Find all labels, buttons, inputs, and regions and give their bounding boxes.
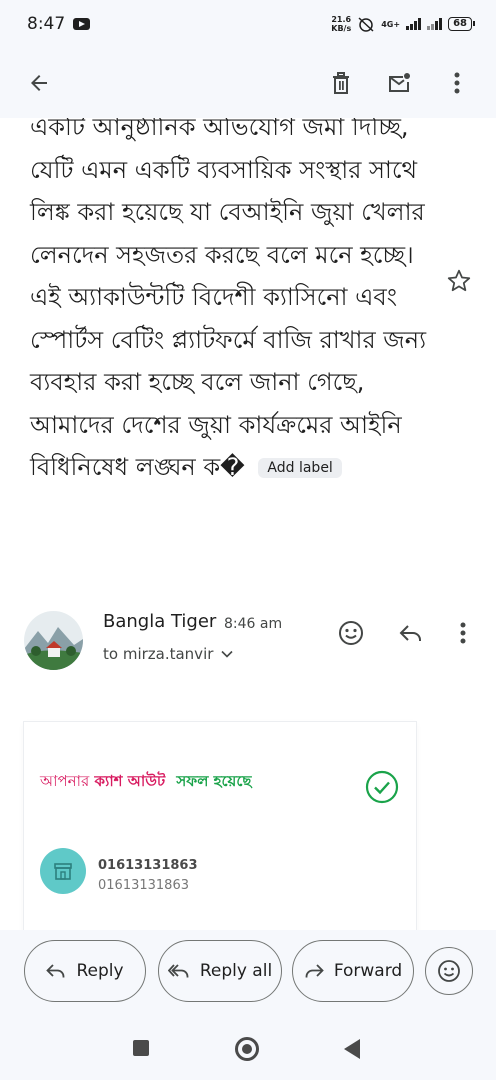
back-button[interactable]: [22, 66, 56, 100]
reply-all-label: Reply all: [199, 961, 273, 981]
email-body: একটি আনুষ্ঠানিক অভিযোগ জমা দিচ্ছি, যেটি …: [30, 118, 430, 489]
forward-label: Forward: [333, 961, 403, 981]
store-icon: [54, 863, 72, 880]
sender-row: Bangla Tiger 8:46 am to mirza.tanvir: [0, 608, 496, 678]
mail-unread-icon: [389, 73, 410, 92]
reply-label: Reply: [76, 961, 124, 981]
cash-prefix: আপনার: [40, 772, 90, 790]
star-icon[interactable]: [446, 268, 472, 294]
youtube-icon: [73, 18, 91, 30]
sender-time: 8:46 am: [224, 616, 283, 632]
agent-number-secondary: 01613131863: [98, 878, 189, 893]
sender-name[interactable]: Bangla Tiger: [103, 611, 216, 632]
emoji-icon: [339, 621, 363, 645]
more-vert-icon: [454, 72, 460, 94]
email-toolbar: [0, 48, 496, 118]
check-circle-icon: [365, 770, 399, 804]
network-speed-value: 21.6: [331, 15, 352, 24]
recipient-text: to mirza.tanvir: [103, 645, 214, 663]
signal-icon-sim2: [427, 18, 443, 30]
chevron-down-icon: [221, 650, 233, 658]
recents-button[interactable]: [133, 1040, 149, 1056]
cash-suffix: সফল হয়েছে: [176, 772, 252, 790]
home-button[interactable]: [235, 1037, 259, 1061]
emoji-icon: [438, 960, 460, 982]
network-speed: 21.6 KB/s: [331, 15, 351, 33]
emoji-reaction-button[interactable]: [425, 947, 473, 995]
mark-unread-button[interactable]: [382, 66, 416, 100]
email-content: একটি আনুষ্ঠানিক অভিযোগ জমা দিচ্ছি, যেটি …: [0, 118, 496, 930]
shop-icon: [40, 848, 86, 894]
cash-middle: ক্যাশ আউট: [94, 772, 166, 790]
email-body-text: একটি আনুষ্ঠানিক অভিযোগ জমা দিচ্ছি, যেটি …: [30, 118, 427, 481]
message-more-button[interactable]: [448, 618, 478, 648]
agent-number: 01613131863: [98, 858, 198, 873]
cash-out-status: আপনার ক্যাশ আউট সফল হয়েছে: [40, 770, 252, 795]
react-emoji-button[interactable]: [336, 618, 366, 648]
more-options-button[interactable]: [440, 66, 474, 100]
reply-icon: [399, 625, 421, 641]
transaction-card: আপনার ক্যাশ আউট সফল হয়েছে 01613131863 0…: [24, 722, 416, 930]
status-bar: 8:47 21.6 KB/s 4G+ 68: [0, 0, 496, 48]
network-type: 4G+: [381, 19, 401, 29]
alarm-off-icon: [358, 17, 374, 32]
add-label-chip[interactable]: Add label: [258, 458, 342, 478]
reply-all-icon: [167, 964, 189, 978]
battery-icon: 68: [448, 17, 475, 31]
landscape-avatar-icon: [24, 611, 83, 670]
trash-icon: [333, 72, 349, 94]
forward-button[interactable]: Forward: [292, 940, 414, 1002]
delete-button[interactable]: [324, 66, 358, 100]
reply-button-inline[interactable]: [396, 618, 426, 648]
status-indicators: 21.6 KB/s 4G+ 68: [331, 15, 475, 33]
reply-icon: [46, 964, 65, 978]
more-vert-icon: [460, 622, 466, 644]
avatar[interactable]: [24, 611, 83, 670]
reply-actions-bar: Reply Reply all Forward: [0, 930, 496, 1016]
arrow-left-icon: [31, 75, 47, 91]
network-speed-unit: KB/s: [331, 24, 352, 33]
system-back-button[interactable]: [344, 1039, 360, 1059]
reply-all-button[interactable]: Reply all: [158, 940, 282, 1002]
status-time: 8:47: [27, 14, 66, 34]
signal-icon: [406, 18, 422, 30]
forward-icon: [305, 964, 324, 978]
recipient-details[interactable]: to mirza.tanvir: [103, 645, 233, 663]
system-nav-bar: [0, 1016, 496, 1080]
reply-button[interactable]: Reply: [24, 940, 146, 1002]
